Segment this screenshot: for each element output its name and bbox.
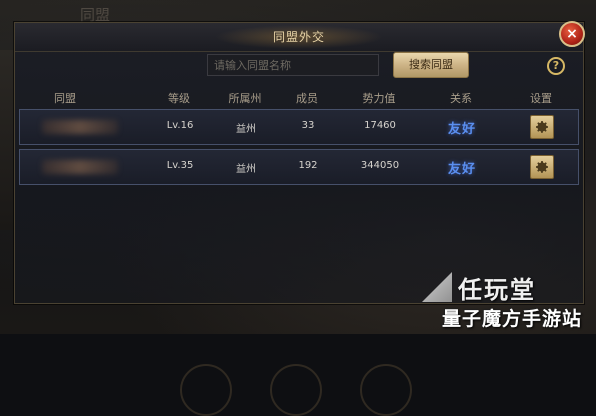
- dialog-title: 同盟外交: [272, 30, 325, 44]
- row-level: Lv.35: [166, 160, 194, 171]
- alliance-diplomacy-dialog: 同盟外交 × 搜索同盟 ? 同盟 等级 所属州 成员 势力值 关系 设置 Lv.…: [14, 21, 585, 304]
- row-relation: 友好: [447, 162, 477, 177]
- close-button[interactable]: ×: [559, 21, 585, 47]
- help-icon[interactable]: ?: [547, 57, 565, 75]
- row-members: 192: [298, 160, 318, 171]
- row-settings-button[interactable]: [530, 155, 554, 179]
- column-header-relation: 关系: [450, 92, 472, 105]
- skill-circle: [180, 364, 232, 416]
- alliance-name-redacted: [42, 120, 118, 134]
- alliance-search-input[interactable]: [207, 54, 379, 76]
- column-header-settings: 设置: [530, 92, 552, 105]
- column-header-members: 成员: [296, 92, 318, 105]
- skill-circle: [360, 364, 412, 416]
- gear-icon: [536, 161, 548, 173]
- column-header-power: 势力值: [362, 92, 396, 105]
- skill-circle: [270, 364, 322, 416]
- table-row[interactable]: Lv.16 益州 33 17460 友好: [19, 109, 579, 145]
- row-level: Lv.16: [166, 120, 194, 131]
- watermark-line2: 量子魔方手游站: [442, 308, 583, 330]
- table-header: 同盟 等级 所属州 成员 势力值 关系 设置: [17, 87, 581, 107]
- dialog-header: 同盟外交: [15, 23, 583, 52]
- row-power: 344050: [360, 160, 400, 171]
- row-members: 33: [301, 120, 315, 131]
- row-power: 17460: [364, 120, 396, 131]
- table-row[interactable]: Lv.35 益州 192 344050 友好: [19, 149, 579, 185]
- watermark-line1: 任玩堂: [458, 276, 536, 304]
- site-watermark: 任玩堂 量子魔方手游站: [422, 270, 594, 332]
- row-relation: 友好: [447, 122, 477, 137]
- background-side-menu: [0, 50, 15, 230]
- column-header-alliance: 同盟: [54, 92, 76, 105]
- row-region: 益州: [236, 124, 256, 135]
- search-alliance-button[interactable]: 搜索同盟: [393, 52, 469, 78]
- gear-icon: [536, 121, 548, 133]
- watermark-logo-icon: [422, 272, 452, 302]
- row-settings-button[interactable]: [530, 115, 554, 139]
- alliance-name-redacted: [42, 160, 118, 174]
- column-header-region: 所属州: [228, 92, 262, 105]
- column-header-level: 等级: [168, 92, 190, 105]
- row-region: 益州: [236, 164, 256, 175]
